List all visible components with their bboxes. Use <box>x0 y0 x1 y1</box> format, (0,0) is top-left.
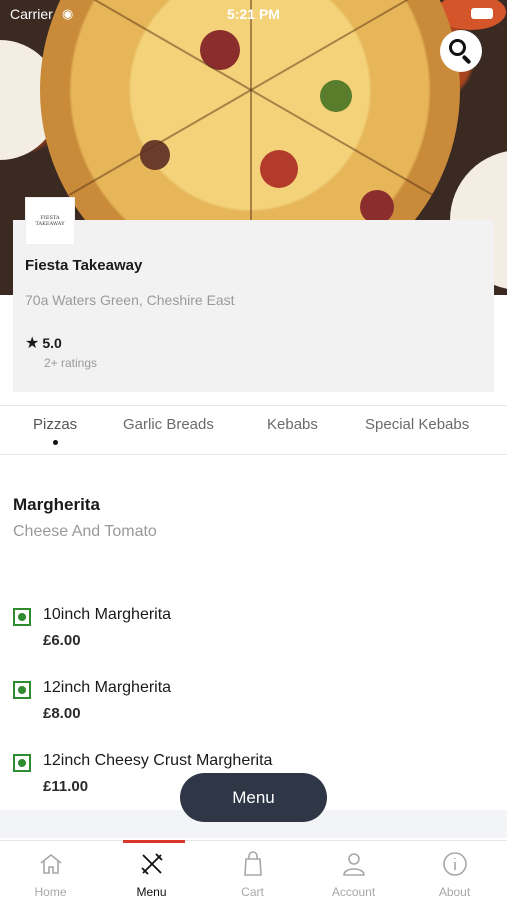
category-tabs: Pizzas Garlic Breads Kebabs Special Keba… <box>0 405 507 455</box>
tab-label: Special Kebabs <box>365 416 470 433</box>
tab-garlic-breads[interactable]: Garlic Breads <box>123 416 214 433</box>
tab-label: Garlic Breads <box>123 416 214 433</box>
item-price: £8.00 <box>43 705 81 722</box>
fork-knife-icon <box>138 850 166 878</box>
nav-label: Cart <box>241 885 264 899</box>
search-icon <box>449 39 473 65</box>
search-button[interactable] <box>440 30 482 72</box>
rating-count: 2+ ratings <box>44 356 98 370</box>
tab-special-kebabs[interactable]: Special Kebabs <box>365 416 469 433</box>
item-price: £11.00 <box>43 778 89 795</box>
status-bar: Carrier ◉ 5:21 PM <box>0 0 507 28</box>
restaurant-name: Fiesta Takeaway <box>25 257 143 274</box>
restaurant-logo: FIESTA TAKEAWAY <box>25 197 75 245</box>
battery-icon <box>471 8 493 19</box>
nav-about[interactable]: About <box>404 841 505 900</box>
star-icon: ★ <box>25 335 40 352</box>
nav-home[interactable]: Home <box>0 841 101 900</box>
menu-button-label: Menu <box>232 787 275 807</box>
shopping-bag-icon <box>239 850 267 878</box>
bottom-nav: Home Menu Cart Account About <box>0 840 507 900</box>
nav-label: About <box>438 885 471 899</box>
nav-account[interactable]: Account <box>303 841 404 900</box>
rating: ★ 5.0 <box>25 333 62 353</box>
veg-icon <box>13 608 31 626</box>
nav-cart[interactable]: Cart <box>202 841 303 900</box>
tab-pizzas[interactable]: Pizzas <box>33 416 78 445</box>
item-price: £6.00 <box>43 632 81 649</box>
user-icon <box>340 850 368 878</box>
menu-button[interactable]: Menu <box>180 773 327 822</box>
item-name: 12inch Margherita <box>43 679 172 696</box>
item-name: 12inch Cheesy Crust Margherita <box>43 752 273 769</box>
menu-item[interactable]: 12inch Margherita £8.00 <box>13 679 483 729</box>
menu-item[interactable]: 10inch Margherita £6.00 <box>13 606 483 656</box>
info-icon <box>441 850 469 878</box>
veg-icon <box>13 681 31 699</box>
restaurant-address: 70a Waters Green, Cheshire East <box>25 292 235 308</box>
nav-label: Home <box>34 885 67 899</box>
section-title: Margherita <box>13 495 100 514</box>
logo-text: FIESTA TAKEAWAY <box>35 215 65 227</box>
section-subtitle: Cheese And Tomato <box>13 523 157 540</box>
nav-label: Menu <box>136 885 167 899</box>
tab-kebabs[interactable]: Kebabs <box>267 416 318 433</box>
nav-menu[interactable]: Menu <box>101 840 202 900</box>
nav-label: Account <box>331 885 376 899</box>
tab-label: Kebabs <box>267 416 318 433</box>
active-tab-indicator <box>53 440 59 445</box>
clock: 5:21 PM <box>227 6 280 22</box>
rating-value: 5.0 <box>42 335 62 351</box>
veg-icon <box>13 754 31 772</box>
tab-label: Pizzas <box>33 416 78 433</box>
home-icon <box>37 850 65 878</box>
item-name: 10inch Margherita <box>43 606 172 623</box>
